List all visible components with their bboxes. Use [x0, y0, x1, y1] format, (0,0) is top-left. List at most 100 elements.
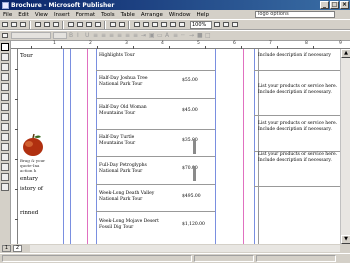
zoom-select[interactable]: 100% — [190, 20, 212, 29]
ruler-number: 4 — [161, 41, 164, 46]
product-description: Include description if necessary — [258, 53, 331, 58]
tour-price: $1,120.00 — [182, 222, 205, 227]
dash-style-icon: ┄ — [181, 31, 185, 39]
spelling-icon[interactable] — [52, 21, 60, 29]
table-icon[interactable] — [160, 21, 168, 29]
toolbar-separator — [29, 20, 31, 29]
tour-name: Week-Long Death Valley National Park Tou… — [99, 191, 155, 202]
paste-icon[interactable] — [85, 21, 93, 29]
table-row-divider — [96, 156, 215, 157]
ruler-number: 2 — [89, 41, 92, 46]
margin-guide — [243, 49, 244, 244]
cut-icon[interactable] — [67, 21, 75, 29]
vertical-ruler[interactable] — [11, 49, 18, 244]
publisher-app-icon — [2, 1, 9, 9]
hyperlink-icon[interactable] — [178, 21, 186, 29]
print-icon[interactable] — [34, 21, 42, 29]
table-row-divider — [96, 70, 215, 71]
zoom-in-icon[interactable] — [222, 21, 230, 29]
maximize-button[interactable]: □ — [330, 1, 339, 9]
page-1-button[interactable]: 1 — [2, 245, 11, 252]
product-description: List your products or service here. Incl… — [258, 152, 338, 163]
oval-icon[interactable] — [1, 113, 9, 121]
menu-table[interactable]: Table — [118, 12, 138, 18]
html-fragment-icon[interactable] — [1, 163, 9, 171]
tour-name: Half-Day Old Woman Mountains Tour — [99, 105, 147, 116]
selection-handle-bar[interactable] — [193, 166, 196, 181]
scroll-up-icon[interactable]: ▲ — [341, 49, 350, 58]
copy-icon[interactable] — [76, 21, 84, 29]
menu-view[interactable]: View — [32, 12, 51, 18]
tour-name: Half-Day Joshua Tree National Park Tour — [99, 76, 148, 87]
line-icon[interactable] — [1, 93, 9, 101]
menu-help[interactable]: Help — [194, 12, 213, 18]
toolbar-separator — [104, 20, 106, 29]
insert-table-icon[interactable] — [1, 63, 9, 71]
margin-guide — [87, 49, 88, 244]
document-page[interactable]: Tour Brag & your quote-Ina action h enta… — [18, 49, 340, 244]
scroll-down-icon[interactable]: ▼ — [341, 235, 350, 244]
design-gallery-icon[interactable] — [1, 173, 9, 181]
insert-object-icon[interactable] — [1, 183, 9, 191]
format-painter-icon[interactable] — [94, 21, 102, 29]
horizontal-ruler[interactable]: 1 2 3 4 5 6 7 8 9 — [11, 41, 350, 49]
status-position — [2, 255, 192, 262]
styles-icon[interactable] — [1, 32, 9, 40]
bring-forward-icon[interactable] — [133, 21, 141, 29]
preview-icon[interactable] — [43, 21, 51, 29]
standard-toolbar: 100% — [0, 19, 350, 30]
align-right-icon: ≡ — [109, 31, 115, 39]
selection-handle-bar[interactable] — [193, 139, 196, 154]
close-button[interactable]: × — [340, 1, 349, 9]
hot-spot-icon[interactable] — [1, 143, 9, 151]
new-icon[interactable] — [1, 21, 9, 29]
font-color-icon: A — [165, 31, 170, 39]
insert-picture-icon[interactable] — [169, 21, 177, 29]
save-icon[interactable] — [19, 21, 27, 29]
ruler-number: 5 — [197, 41, 200, 46]
text-box-icon[interactable] — [1, 53, 9, 61]
menu-arrange[interactable]: Arrange — [138, 12, 166, 18]
arrow-icon[interactable] — [1, 103, 9, 111]
page-2-button[interactable]: 2 — [13, 245, 22, 252]
page-navigation-bar: 1 2 — [0, 244, 350, 253]
columns-icon[interactable] — [151, 21, 159, 29]
vertical-scrollbar[interactable]: ▲ ▼ — [340, 49, 350, 244]
form-control-icon[interactable] — [1, 153, 9, 161]
tour-name: Half-Day Turtle Mountains Tour — [99, 135, 136, 146]
rectangle-icon[interactable] — [1, 123, 9, 131]
left-column-text: Tour — [20, 53, 33, 59]
redo-icon[interactable] — [118, 21, 126, 29]
menu-edit[interactable]: Edit — [15, 12, 32, 18]
shadow-icon: ■ — [197, 31, 203, 39]
tour-name: Week-Long Mojave Desert Fossil Dig Tour — [99, 219, 159, 230]
undo-icon[interactable] — [109, 21, 117, 29]
horizontal-scrollbar[interactable] — [30, 245, 340, 252]
ruler-number: 1 — [53, 41, 56, 46]
menu-insert[interactable]: Insert — [51, 12, 73, 18]
picture-frame-icon[interactable] — [1, 83, 9, 91]
layout-guide — [70, 49, 71, 244]
column-border — [258, 49, 259, 244]
menu-window[interactable]: Window — [166, 12, 194, 18]
table-row-divider — [96, 98, 215, 99]
minimize-button[interactable]: _ — [320, 1, 329, 9]
wordart-icon[interactable] — [1, 73, 9, 81]
select-objects-icon[interactable] — [1, 43, 9, 51]
help-icon[interactable] — [231, 21, 239, 29]
table-row-divider — [96, 129, 215, 130]
tour-name: Highlights Tour — [99, 53, 135, 58]
ask-a-question-box[interactable]: logo options — [255, 11, 335, 18]
menu-tools[interactable]: Tools — [98, 12, 118, 18]
formatting-toolbar: B I U ≡ ≡ ≡ ≡ ≡ ≡ ⇥ ▣ ▭ A ≡ ┄ → ■ □ — [0, 30, 350, 41]
autoshapes-icon[interactable] — [1, 133, 9, 141]
arrow-style-icon: → — [189, 31, 195, 39]
status-size — [194, 255, 254, 262]
italic-icon: I — [77, 31, 79, 39]
send-backward-icon[interactable] — [142, 21, 150, 29]
menu-format[interactable]: Format — [73, 12, 98, 18]
open-icon[interactable] — [10, 21, 18, 29]
zoom-out-icon[interactable] — [213, 21, 221, 29]
menu-file[interactable]: File — [0, 12, 15, 18]
toolbar-separator — [62, 20, 64, 29]
